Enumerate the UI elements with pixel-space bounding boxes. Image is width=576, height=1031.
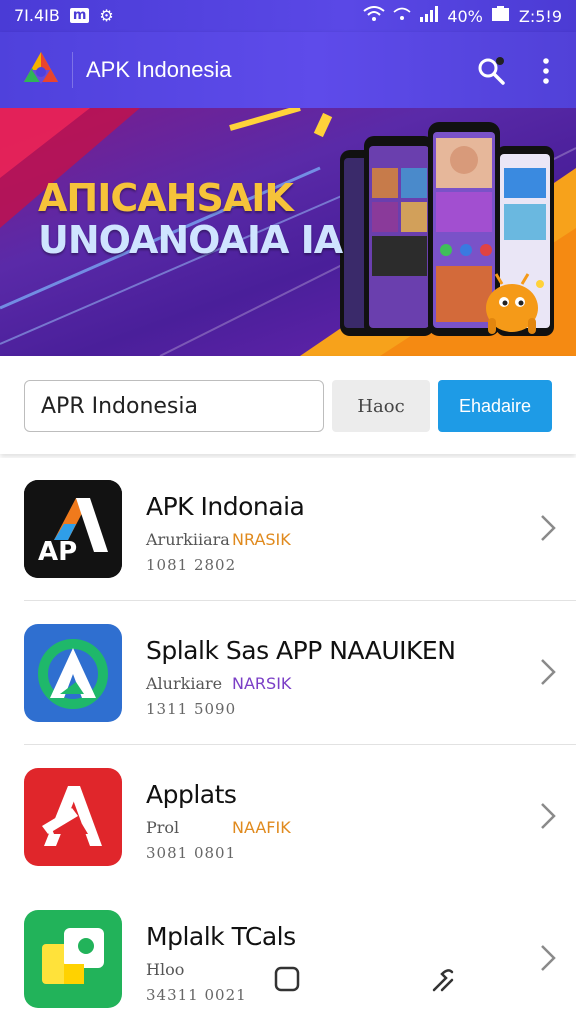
app-developer: Alurkiare (146, 674, 223, 693)
chevron-right-icon[interactable] (534, 510, 562, 546)
app-title: Splalk Sas APP NAAUIKEN (146, 636, 456, 665)
app-title: APK Indonaia (146, 492, 305, 521)
app-developer: Prol (146, 818, 180, 837)
search-input[interactable] (24, 380, 324, 432)
banner-headline-1: AΠICAHSAIK (38, 176, 294, 220)
signal-icon (419, 6, 439, 26)
app-meta: 3081 0801 (146, 844, 237, 862)
wifi-icon (363, 6, 385, 26)
phones-illustration (340, 122, 554, 336)
app-meta: 1311 5090 (146, 700, 237, 718)
app-title: APK Indonesia (86, 57, 232, 82)
app-developer: Hloo (146, 960, 185, 979)
chevron-right-icon[interactable] (534, 940, 562, 976)
green-puzzle-logo-icon (24, 910, 122, 1008)
clock: Z:5!9 (518, 6, 562, 26)
notification-icon: ⚙ (99, 6, 114, 25)
search-section: Haoc Ehadaire (0, 356, 576, 454)
app-badge: NAAFIK (232, 818, 291, 837)
chevron-right-icon[interactable] (534, 798, 562, 834)
wifi-alt-icon (393, 6, 411, 26)
status-bar: 7І.4ІВ m ⚙ 40% Z:5!9 (0, 0, 576, 32)
app-bar: APK Indonesia (0, 32, 576, 108)
app-title: Mplalk TCals (146, 922, 296, 951)
list-item[interactable]: Applats Prol NAAFIK 3081 0801 (0, 746, 576, 889)
ap-logo-icon: AP (24, 480, 122, 578)
app-badge: NARSIK (232, 674, 292, 693)
primary-button[interactable]: Ehadaire (438, 380, 552, 432)
app-meta: 1081 2802 (146, 556, 237, 574)
chevron-right-icon[interactable] (534, 654, 562, 690)
app-logo-icon[interactable] (22, 50, 60, 88)
app-meta: 34311 0021 (146, 986, 247, 1004)
svg-text:AP: AP (38, 537, 77, 567)
app-developer: Arurkiiara (146, 530, 230, 549)
app-title: Applats (146, 780, 237, 809)
red-a-logo-icon (24, 768, 122, 866)
search-icon[interactable] (476, 56, 506, 86)
list-item[interactable]: Mplalk TCals Hloo 34311 0021 (0, 888, 576, 1031)
more-vert-icon[interactable] (534, 56, 558, 86)
battery-icon (491, 6, 511, 26)
recents-icon[interactable] (274, 966, 300, 992)
app-badge: NRASIK (232, 530, 291, 549)
battery-percent: 40% (447, 6, 483, 26)
list-divider (24, 600, 576, 601)
green-a-logo-icon (24, 624, 122, 722)
status-network-text: 7І.4ІВ (14, 6, 60, 25)
secondary-button[interactable]: Haoc (332, 380, 430, 432)
app-bar-divider (72, 52, 73, 88)
banner-headline-2: UNOANOAIA IA (38, 218, 343, 262)
back-icon[interactable] (430, 962, 460, 996)
list-item[interactable]: AP APK Indonaia Arurkiiara NRASIK 1081 2… (0, 458, 576, 601)
list-item[interactable]: Splalk Sas APP NAAUIKEN Alurkiare NARSIK… (0, 602, 576, 745)
list-divider (24, 744, 576, 745)
notification-badge: m (69, 8, 90, 23)
